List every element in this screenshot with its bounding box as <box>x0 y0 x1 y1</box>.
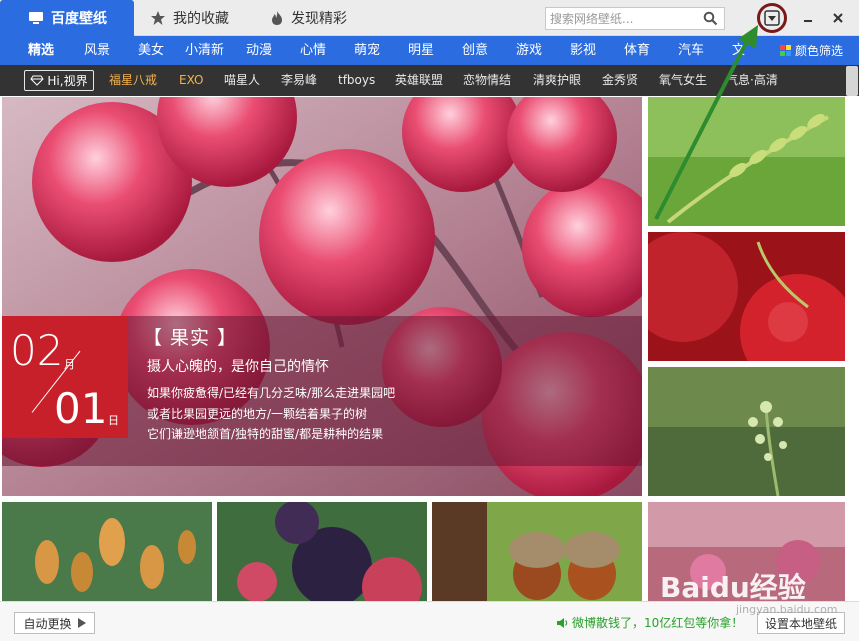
wallpaper-thumbnail-flowers[interactable] <box>2 502 212 601</box>
minimize-icon <box>804 20 812 22</box>
auto-change-label: 自动更换 <box>23 616 72 631</box>
wallpaper-app-window: 百度壁纸 我的收藏 发现精彩 搜索网络壁纸... 精选 风景 美女 小清新 动漫… <box>0 0 859 641</box>
date-day-unit: 日 <box>108 414 119 427</box>
tag-item[interactable]: 英雄联盟 <box>395 65 443 96</box>
category-item[interactable]: 小清新 <box>185 36 224 65</box>
feature-poem-line: 它们谦逊地颔首/独特的甜蜜/都是耕种的结果 <box>147 427 384 441</box>
category-item[interactable]: 美女 <box>138 36 164 65</box>
feature-poem-line: 或者比果园更远的地方/一颗结着果子的树 <box>147 407 368 421</box>
category-item[interactable]: 精选 <box>28 36 54 65</box>
annotation-arrow <box>654 25 758 220</box>
color-grid-icon <box>780 45 791 56</box>
baidu-jingyan-watermark: Baidu经验 <box>660 571 806 604</box>
tab-my-favorites[interactable]: 我的收藏 <box>148 0 258 36</box>
tag-item[interactable]: EXO <box>179 65 203 96</box>
scrollbar-thumb[interactable] <box>846 66 858 96</box>
wallpaper-thumbnail-cherries[interactable] <box>648 232 845 361</box>
hi-badge-label: Hi,视界 <box>47 74 88 88</box>
tag-item[interactable]: 金秀贤 <box>602 65 638 96</box>
flame-icon <box>272 11 282 25</box>
category-item[interactable]: 游戏 <box>516 36 542 65</box>
category-item[interactable]: 体育 <box>624 36 650 65</box>
tag-item[interactable]: 福星八戒 <box>109 65 157 96</box>
tag-item[interactable]: 清爽护眼 <box>533 65 581 96</box>
tab-label: 发现精彩 <box>291 11 347 27</box>
tab-baidu-wallpaper[interactable]: 百度壁纸 <box>0 0 134 36</box>
auto-change-button[interactable]: 自动更换 <box>14 612 95 634</box>
tag-item[interactable]: 恋物情结 <box>463 65 511 96</box>
category-item[interactable]: 心情 <box>300 36 326 65</box>
tag-item[interactable]: 喵星人 <box>224 65 260 96</box>
category-item[interactable]: 影视 <box>570 36 596 65</box>
search-icon[interactable] <box>703 11 718 26</box>
promo-text: 微博散钱了，10亿红包等你拿！ <box>572 616 744 630</box>
category-item[interactable]: 风景 <box>84 36 110 65</box>
wallpaper-thumbnail-acorns[interactable] <box>432 502 642 601</box>
date-day: 01 <box>54 384 108 433</box>
close-icon <box>833 13 843 23</box>
wallpaper-thumbnail-blackberries[interactable] <box>217 502 427 601</box>
category-item[interactable]: 萌宠 <box>354 36 380 65</box>
color-filter-button[interactable]: 颜色筛选 <box>780 36 843 65</box>
feature-subtitle: 摄人心魄的，是你自己的情怀 <box>147 359 329 375</box>
watermark-url: jingyan.baidu.com <box>736 603 838 616</box>
footer-bar: 自动更换 微博散钱了，10亿红包等你拿！ 设置本地壁纸 <box>0 601 859 641</box>
tab-label: 我的收藏 <box>173 11 229 27</box>
monitor-icon <box>29 12 43 24</box>
speaker-icon <box>557 617 568 628</box>
date-month: 02 <box>10 326 64 375</box>
tab-discover[interactable]: 发现精彩 <box>268 0 378 36</box>
diamond-icon <box>30 75 45 86</box>
hi-vision-badge[interactable]: Hi,视界 <box>24 70 94 91</box>
minimize-button[interactable] <box>795 5 821 31</box>
color-filter-label: 颜色筛选 <box>795 44 844 58</box>
tab-label: 百度壁纸 <box>51 11 107 27</box>
close-button[interactable] <box>825 5 851 31</box>
feature-poem-line: 如果你疲惫得/已经有几分乏味/那么走进果园吧 <box>147 386 396 400</box>
wallpaper-thumbnail-buds[interactable] <box>648 367 845 496</box>
category-item[interactable]: 创意 <box>462 36 488 65</box>
weibo-promo-link[interactable]: 微博散钱了，10亿红包等你拿！ <box>556 614 743 631</box>
date-badge: 02 月 01 日 <box>2 316 128 438</box>
category-item[interactable]: 动漫 <box>246 36 272 65</box>
category-item[interactable]: 明星 <box>408 36 434 65</box>
feature-title: 【 果实 】 <box>143 327 238 349</box>
tag-item[interactable]: tfboys <box>338 65 375 96</box>
tag-item[interactable]: 李易峰 <box>281 65 317 96</box>
set-local-label: 设置本地壁纸 <box>764 616 837 631</box>
play-icon <box>77 618 86 628</box>
star-icon <box>151 11 165 25</box>
